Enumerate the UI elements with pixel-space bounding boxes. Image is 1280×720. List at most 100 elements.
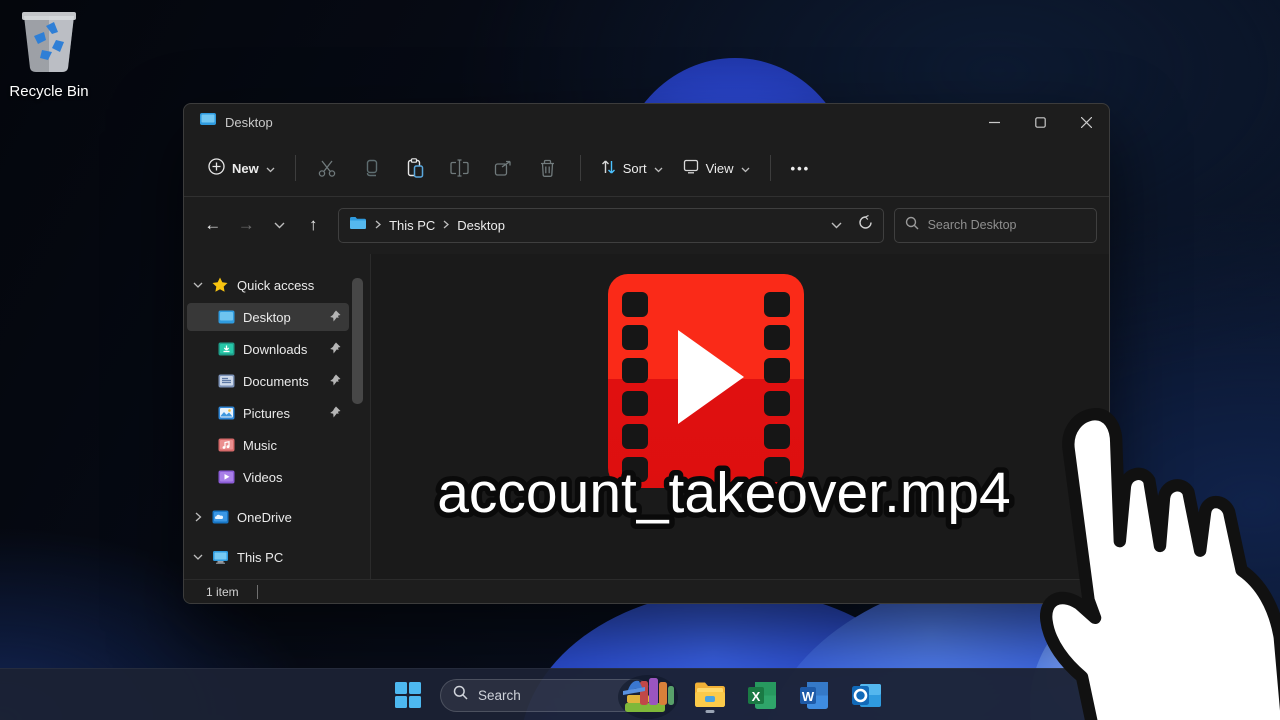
excel-icon: X <box>747 681 777 710</box>
pin-icon <box>329 406 341 421</box>
sidebar-item-this-pc[interactable]: This PC <box>187 543 349 571</box>
sidebar-item-label: Desktop <box>243 310 291 325</box>
forward-button[interactable]: → <box>230 209 264 241</box>
window-title: Desktop <box>225 115 273 130</box>
title-bar[interactable]: Desktop <box>184 104 1109 140</box>
file-explorer-icon <box>693 680 727 710</box>
sidebar-item-label: Downloads <box>243 342 307 357</box>
paste-button[interactable] <box>394 151 438 185</box>
chevron-down-icon <box>266 161 275 176</box>
view-grid-icon <box>683 159 699 177</box>
pin-icon <box>329 310 341 325</box>
pin-icon <box>329 342 341 357</box>
recycle-bin-shortcut[interactable]: Recycle Bin <box>6 8 92 100</box>
star-icon <box>209 277 231 293</box>
sidebar-item-label: Music <box>243 438 277 453</box>
toolbar-separator <box>295 155 296 181</box>
taskbar-search-label: Search <box>478 688 521 703</box>
sidebar-item-label: Pictures <box>243 406 290 421</box>
search-box[interactable] <box>894 208 1097 243</box>
status-bar: 1 item <box>184 579 1109 603</box>
running-indicator <box>706 710 715 713</box>
taskbar-file-explorer[interactable] <box>690 675 730 715</box>
view-button[interactable]: View <box>673 152 760 184</box>
sidebar-item-documents[interactable]: Documents <box>187 367 349 395</box>
chevron-right-icon <box>187 512 209 522</box>
up-button[interactable]: ↑ <box>297 209 331 241</box>
sidebar-item-music[interactable]: Music <box>187 431 349 459</box>
downloads-folder-icon <box>215 342 237 356</box>
item-count: 1 item <box>206 585 239 599</box>
outlook-icon <box>851 681 882 710</box>
location-folder-icon <box>349 216 367 235</box>
refresh-icon[interactable] <box>858 215 873 235</box>
videos-folder-icon <box>215 470 237 484</box>
onedrive-icon <box>209 510 231 524</box>
chevron-down-icon <box>187 282 209 289</box>
sidebar-item-quick-access[interactable]: Quick access <box>187 271 349 299</box>
cut-button[interactable] <box>306 151 350 185</box>
chevron-down-icon <box>654 161 663 176</box>
pictures-folder-icon <box>215 406 237 420</box>
word-icon: W <box>799 681 829 710</box>
more-options-button[interactable]: ••• <box>781 154 821 183</box>
chevron-down-icon <box>741 161 750 176</box>
search-input[interactable] <box>928 218 1078 232</box>
desktop-folder-icon <box>215 310 237 324</box>
new-button-label: New <box>232 161 259 176</box>
documents-folder-icon <box>215 374 237 388</box>
sort-arrows-icon <box>601 159 616 178</box>
address-dropdown-chevron[interactable] <box>831 216 842 234</box>
quick-access-label: Quick access <box>237 278 314 293</box>
view-button-label: View <box>706 161 734 176</box>
sidebar-item-downloads[interactable]: Downloads <box>187 335 349 363</box>
folder-content-area[interactable] <box>371 254 1109 579</box>
address-bar[interactable]: This PC Desktop <box>338 208 884 243</box>
winrar-icon[interactable] <box>617 673 679 720</box>
sort-button[interactable]: Sort <box>591 152 673 185</box>
search-icon <box>905 216 919 235</box>
video-file-item[interactable] <box>606 272 806 495</box>
command-bar: New <box>184 140 1109 196</box>
sidebar-item-videos[interactable]: Videos <box>187 463 349 491</box>
taskbar-search-box[interactable]: Search <box>440 679 652 712</box>
minimize-button[interactable] <box>971 104 1017 140</box>
toolbar-separator <box>770 155 771 181</box>
start-button[interactable] <box>388 675 428 715</box>
chevron-down-icon <box>187 554 209 561</box>
sidebar-item-label: OneDrive <box>237 510 292 525</box>
svg-text:X: X <box>752 689 761 704</box>
search-icon <box>453 685 468 705</box>
desktop-folder-icon <box>200 112 217 132</box>
pin-icon <box>329 374 341 389</box>
share-button[interactable] <box>482 151 526 185</box>
svg-text:W: W <box>802 689 815 704</box>
new-button[interactable]: New <box>198 151 285 185</box>
plus-circle-icon <box>208 158 225 178</box>
sidebar-scrollbar[interactable] <box>352 278 363 404</box>
sidebar-item-pictures[interactable]: Pictures <box>187 399 349 427</box>
back-button[interactable]: ← <box>196 209 230 241</box>
taskbar-word[interactable]: W <box>794 675 834 715</box>
hand-cursor-graphic <box>1008 396 1280 720</box>
recent-locations-button[interactable] <box>263 209 297 241</box>
breadcrumb-this-pc[interactable]: This PC <box>389 218 435 233</box>
breadcrumb-desktop[interactable]: Desktop <box>457 218 505 233</box>
rename-button[interactable] <box>438 151 482 185</box>
toolbar-separator <box>580 155 581 181</box>
file-explorer-window: Desktop New <box>183 103 1110 604</box>
navigation-pane: Quick access Desktop Downloads Doc <box>184 253 368 579</box>
video-file-icon <box>606 272 806 490</box>
maximize-button[interactable] <box>1017 104 1063 140</box>
copy-button[interactable] <box>350 151 394 185</box>
sidebar-item-desktop[interactable]: Desktop <box>187 303 349 331</box>
sidebar-item-onedrive[interactable]: OneDrive <box>187 503 349 531</box>
delete-button[interactable] <box>526 151 570 185</box>
recycle-bin-icon <box>18 61 80 78</box>
breadcrumb-chevron <box>443 216 449 234</box>
close-button[interactable] <box>1063 104 1109 140</box>
sidebar-item-label: Videos <box>243 470 283 485</box>
taskbar-outlook[interactable] <box>846 675 886 715</box>
sort-button-label: Sort <box>623 161 647 176</box>
taskbar-excel[interactable]: X <box>742 675 782 715</box>
